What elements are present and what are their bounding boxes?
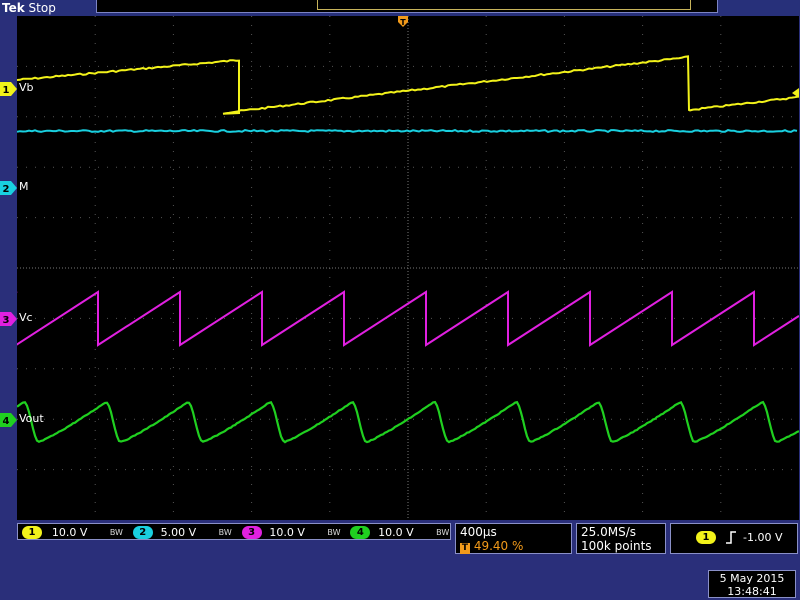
timebase-panel[interactable]: 400µs T 49.40 % <box>455 523 572 554</box>
trigger-position-letter: T <box>400 18 406 27</box>
brand-label: Tek <box>2 1 25 15</box>
svg-text:3: 3 <box>3 315 10 326</box>
rising-edge-icon <box>726 531 736 544</box>
channel-scale-panel[interactable]: 1 10.0 V BW 2 5.00 V BW 3 10.0 V BW 4 10.0 … <box>17 523 451 540</box>
sample-rate: 25.0MS/s <box>581 525 636 539</box>
record-view-window[interactable] <box>317 0 691 10</box>
ch2-badge: 2 <box>132 526 153 539</box>
brand-run-state: Tek Stop <box>2 0 56 16</box>
time-per-div: 400µs <box>460 525 497 539</box>
ch1-scale-readout[interactable]: 1 10.0 V BW <box>22 525 123 539</box>
ch1-label: Vb <box>19 81 34 94</box>
ch3-ground-marker[interactable]: 3 <box>0 311 17 326</box>
date: 5 May 2015 <box>719 572 785 585</box>
svg-text:2: 2 <box>3 184 10 195</box>
ch2-bw-limit-icon: BW <box>218 528 232 537</box>
ch2-scale: 5.00 V <box>160 526 197 539</box>
ch2-scale-readout[interactable]: 2 5.00 V BW <box>132 525 232 539</box>
trigger-source-badge: 1 <box>696 531 716 544</box>
ch4-scale: 10.0 V <box>378 526 414 539</box>
ch1-badge: 1 <box>22 526 42 539</box>
ch4-label: Vout <box>19 412 44 425</box>
waveform-svg: T <box>17 16 799 520</box>
trigger-position-marker[interactable]: T <box>398 16 408 27</box>
waveform-display[interactable]: T <box>17 16 799 520</box>
ch1-bw-limit-icon: BW <box>109 528 123 537</box>
acquisition-panel[interactable]: 25.0MS/s 100k points <box>576 523 666 554</box>
trigger-position-value: 49.40 % <box>473 539 524 553</box>
ch4-bw-limit-icon: BW <box>436 528 450 537</box>
ch3-scale-readout[interactable]: 3 10.0 V BW <box>241 525 341 539</box>
waveform-ch2 <box>17 129 798 134</box>
ch4-ground-marker[interactable]: 4 <box>0 412 17 427</box>
ch3-bw-limit-icon: BW <box>327 528 341 537</box>
ch4-badge: 4 <box>350 526 371 539</box>
time: 13:48:41 <box>727 585 777 598</box>
top-status-bar: Tek Stop <box>0 0 800 16</box>
trigger-panel[interactable]: 1 -1.00 V <box>670 523 798 554</box>
record-length: 100k points <box>581 539 652 553</box>
ch3-scale: 10.0 V <box>269 526 305 539</box>
record-view-bar[interactable] <box>96 0 718 13</box>
svg-text:1: 1 <box>3 85 10 96</box>
ch2-label: M <box>19 180 29 193</box>
ch3-badge: 3 <box>241 526 262 539</box>
ch4-scale-readout[interactable]: 4 10.0 V BW <box>350 525 449 539</box>
run-state: Stop <box>28 1 56 15</box>
ch1-scale: 10.0 V <box>51 526 88 539</box>
trigger-position-readout: T 49.40 % <box>460 539 567 554</box>
svg-text:4: 4 <box>3 416 10 427</box>
ch2-ground-marker[interactable]: 2 <box>0 180 17 195</box>
ch3-label: Vc <box>19 311 33 324</box>
date-time-display: 5 May 2015 13:48:41 <box>708 570 796 598</box>
trigger-level: -1.00 V <box>743 531 783 544</box>
trigger-position-icon: T <box>460 543 470 554</box>
ch1-ground-marker[interactable]: 1 <box>0 81 17 96</box>
